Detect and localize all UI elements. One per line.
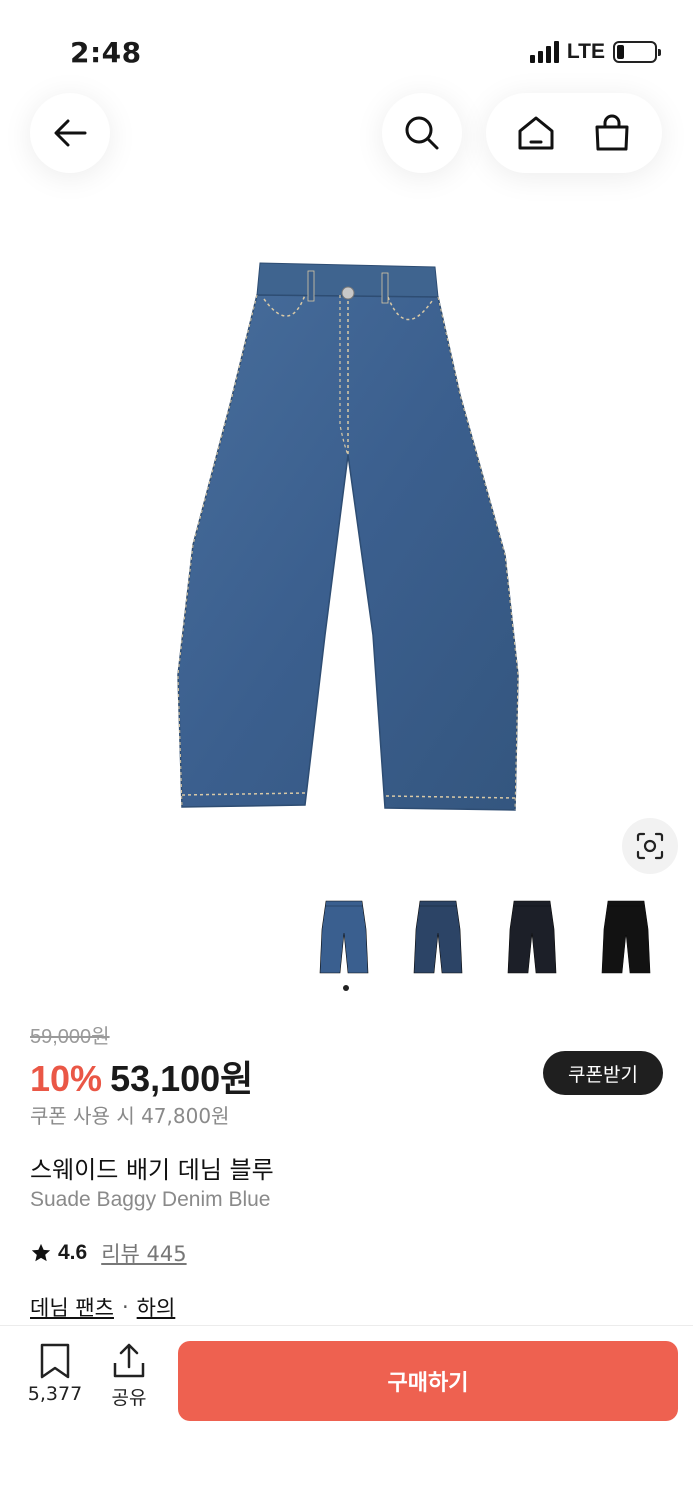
category-link-denim-pants[interactable]: 데님 팬츠 [30, 1292, 114, 1322]
sale-price: 53,100원 [110, 1058, 254, 1099]
original-price: 59,000원 [30, 1026, 110, 1048]
bookmark-icon [38, 1343, 72, 1379]
back-button[interactable] [30, 93, 110, 173]
category-separator: · [121, 1295, 129, 1319]
rating-row: 4.6 리뷰 445 [30, 1238, 187, 1268]
shopping-bag-icon[interactable] [592, 113, 632, 153]
home-icon[interactable] [516, 113, 556, 153]
share-label: 공유 [111, 1387, 147, 1409]
share-button[interactable]: 공유 [104, 1343, 154, 1410]
jeans-thumbnail-jet-black[interactable] [592, 895, 660, 979]
jeans-thumbnail-black[interactable] [498, 895, 566, 979]
battery-icon [613, 41, 661, 63]
status-time: 2:48 [70, 36, 142, 69]
coupon-price: 쿠폰 사용 시 47,800원 [30, 1104, 230, 1128]
product-subtitle: Suade Baggy Denim Blue [30, 1188, 271, 1211]
nav-pill [486, 93, 662, 173]
lens-icon [635, 831, 665, 861]
thumbnail-strip [310, 895, 660, 979]
rating-value: 4.6 [58, 1241, 88, 1264]
status-indicators: LTE [529, 40, 661, 64]
buy-button[interactable]: 구매하기 [178, 1341, 678, 1421]
visual-search-button[interactable] [622, 818, 678, 874]
page-indicator-dot [343, 985, 349, 991]
category-link-bottoms[interactable]: 하의 [137, 1292, 176, 1322]
signal-icon [529, 41, 559, 63]
price-row: 10% 53,100원 [30, 1050, 253, 1102]
jeans-thumbnail-blue[interactable] [310, 895, 378, 979]
search-icon [403, 114, 441, 152]
discount-rate: 10% [30, 1058, 103, 1099]
product-title: 스웨이드 배기 데님 블루 [30, 1156, 274, 1184]
category-breadcrumb: 데님 팬츠 · 하의 [30, 1292, 175, 1322]
review-link[interactable]: 리뷰 445 [101, 1238, 186, 1268]
get-coupon-button[interactable]: 쿠폰받기 [543, 1051, 663, 1095]
share-icon [112, 1343, 146, 1379]
save-count: 5,377 [27, 1383, 83, 1405]
arrow-left-icon [51, 114, 89, 152]
search-button[interactable] [382, 93, 462, 173]
star-icon [30, 1242, 52, 1264]
network-label: LTE [566, 40, 605, 63]
save-button[interactable]: 5,377 [22, 1343, 88, 1405]
product-image[interactable] [160, 255, 540, 825]
jeans-thumbnail-navy[interactable] [404, 895, 472, 979]
